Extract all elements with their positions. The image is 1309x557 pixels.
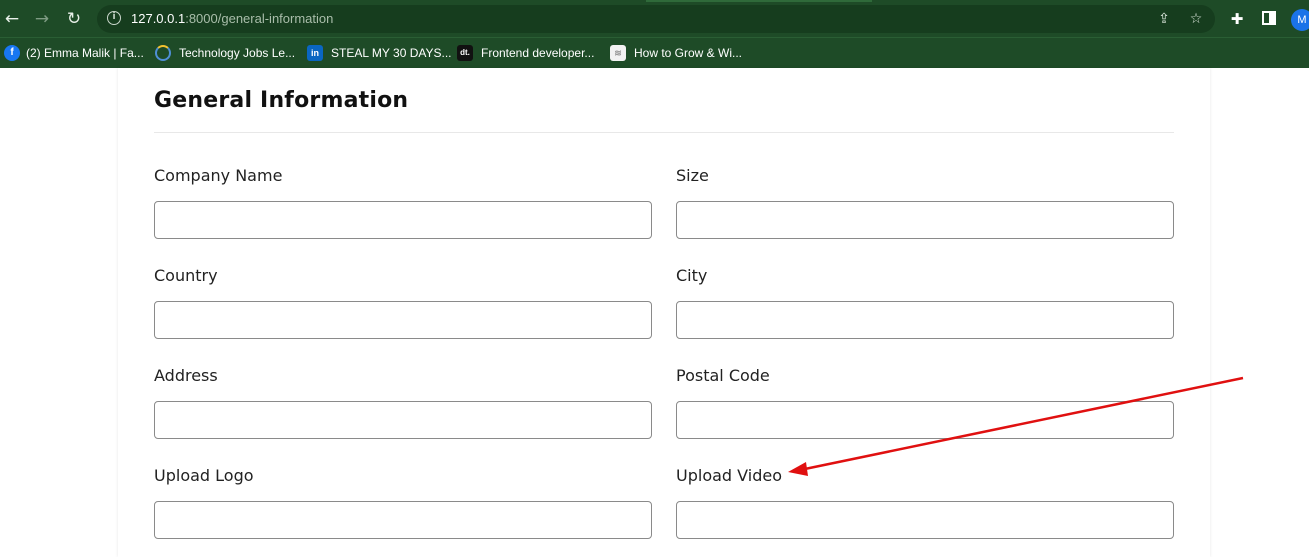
general-information-card: General Information Company Name Size Co… bbox=[118, 68, 1210, 557]
loading-ring-icon bbox=[155, 45, 171, 61]
company-name-input[interactable] bbox=[154, 201, 652, 239]
bookmark-item[interactable]: dt. Frontend developer... bbox=[457, 43, 594, 63]
bookmark-star-icon[interactable]: ☆ bbox=[1187, 10, 1205, 28]
bookmark-item[interactable]: ≋ How to Grow & Wi... bbox=[610, 43, 742, 63]
bookmark-item[interactable]: in STEAL MY 30 DAYS... bbox=[307, 43, 452, 63]
reload-icon[interactable]: ↻ bbox=[64, 9, 84, 29]
side-panel-icon[interactable] bbox=[1262, 11, 1276, 25]
upload-video-input[interactable] bbox=[676, 501, 1174, 539]
page-icon: ≋ bbox=[610, 45, 626, 61]
city-input[interactable] bbox=[676, 301, 1174, 339]
country-label: Country bbox=[154, 266, 218, 285]
company-name-label: Company Name bbox=[154, 166, 283, 185]
country-input[interactable] bbox=[154, 301, 652, 339]
bookmark-item[interactable]: Technology Jobs Le... bbox=[155, 43, 295, 63]
bookmark-label: (2) Emma Malik | Fa... bbox=[26, 46, 144, 60]
browser-toolbar: ← → ↻ i 127.0.0.1:8000/general-informati… bbox=[0, 0, 1309, 38]
bookmark-label: Technology Jobs Le... bbox=[179, 46, 296, 60]
profile-avatar[interactable]: M bbox=[1291, 9, 1309, 31]
postal-code-label: Postal Code bbox=[676, 366, 770, 385]
address-bar[interactable]: i 127.0.0.1:8000/general-information ⇪ ☆ bbox=[97, 5, 1215, 33]
city-label: City bbox=[676, 266, 708, 285]
url-text[interactable]: 127.0.0.1:8000/general-information bbox=[131, 11, 333, 26]
title-divider bbox=[154, 132, 1174, 133]
bookmark-item[interactable]: f (2) Emma Malik | Fa... bbox=[4, 43, 144, 63]
upload-video-label: Upload Video bbox=[676, 466, 782, 485]
bookmark-label: STEAL MY 30 DAYS... bbox=[331, 46, 452, 60]
size-label: Size bbox=[676, 166, 709, 185]
upload-logo-label: Upload Logo bbox=[154, 466, 254, 485]
bookmark-label: How to Grow & Wi... bbox=[634, 46, 743, 60]
upload-logo-input[interactable] bbox=[154, 501, 652, 539]
address-label: Address bbox=[154, 366, 218, 385]
forward-arrow-icon[interactable]: → bbox=[32, 9, 52, 29]
page-content: General Information Company Name Size Co… bbox=[0, 68, 1309, 557]
facebook-icon: f bbox=[4, 45, 20, 61]
url-host: 127.0.0.1 bbox=[131, 11, 186, 26]
bookmarks-bar: f (2) Emma Malik | Fa... Technology Jobs… bbox=[0, 38, 1309, 68]
puzzle-icon[interactable]: ✚ bbox=[1227, 9, 1247, 29]
share-icon[interactable]: ⇪ bbox=[1155, 10, 1173, 28]
url-path: :8000/general-information bbox=[185, 11, 334, 26]
size-input[interactable] bbox=[676, 201, 1174, 239]
page-title: General Information bbox=[154, 88, 409, 113]
address-input[interactable] bbox=[154, 401, 652, 439]
postal-code-input[interactable] bbox=[676, 401, 1174, 439]
linkedin-icon: in bbox=[307, 45, 323, 61]
devteam-icon: dt. bbox=[457, 45, 473, 61]
back-arrow-icon[interactable]: ← bbox=[2, 9, 22, 29]
site-info-icon[interactable]: i bbox=[107, 11, 121, 25]
bookmark-label: Frontend developer... bbox=[481, 46, 595, 60]
active-tab-edge bbox=[646, 0, 872, 2]
